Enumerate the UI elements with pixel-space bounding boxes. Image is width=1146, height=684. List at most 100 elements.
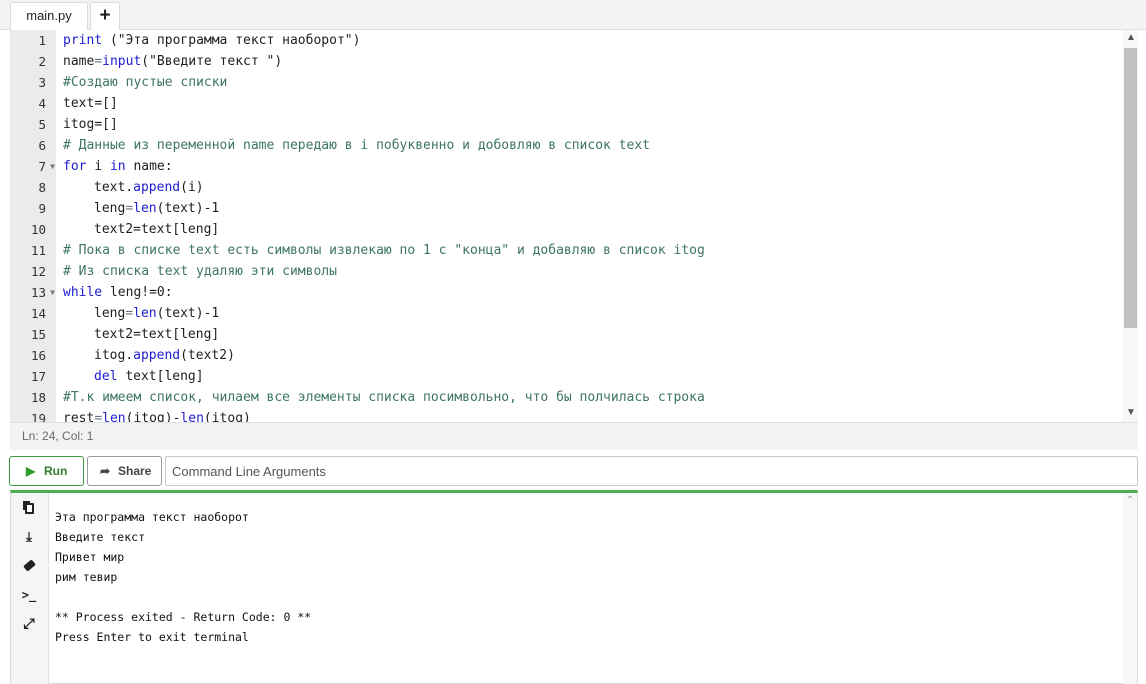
line-number-text: 11	[30, 243, 46, 258]
line-number-text: 7	[38, 159, 46, 174]
line-number: 5	[11, 114, 56, 135]
code-line[interactable]: itog.append(text2)	[63, 345, 235, 366]
line-number-text: 5	[38, 117, 46, 132]
terminal-line: ** Process exited - Return Code: 0 **	[55, 610, 312, 624]
code-line-text: for i in name:	[63, 159, 173, 174]
line-number-text: 18	[30, 390, 46, 405]
line-number-text: 17	[30, 369, 46, 384]
eraser-icon[interactable]	[19, 555, 39, 575]
code-line-text: # Из списка text удаляю эти символы	[63, 264, 337, 279]
code-line[interactable]: #Т.к имеем список, чилаем все элементы с…	[63, 387, 705, 408]
copy-icon[interactable]	[19, 499, 39, 519]
scroll-up-icon[interactable]: ▲	[1123, 31, 1138, 45]
code-editor[interactable]: 1 2 3 4 5 6 7 ▼ 8 9 10 11 12 13 ▼ 14 15 16 17 18 19 print ("…	[10, 30, 1138, 422]
expand-icon[interactable]: ⤢	[19, 613, 39, 633]
line-number-text: 19	[30, 411, 46, 422]
code-line[interactable]: leng=len(text)-1	[63, 198, 219, 219]
code-line-text: itog=[]	[63, 117, 118, 132]
terminal-line: рим тевир	[55, 570, 118, 584]
code-line[interactable]: rest=len(itog)-len(itog)	[63, 408, 251, 422]
line-number-text: 14	[30, 306, 46, 321]
line-number: 4	[11, 93, 56, 114]
terminal-scrollbar[interactable]: ⌃	[1123, 493, 1137, 684]
line-number-text: 16	[30, 348, 46, 363]
code-line[interactable]: for i in name:	[63, 156, 173, 177]
line-number-text: 9	[38, 201, 46, 216]
code-line-text: itog.append(text2)	[94, 348, 235, 363]
code-line-text: del text[leng]	[94, 369, 204, 384]
code-line[interactable]: itog=[]	[63, 114, 118, 135]
download-icon[interactable]: ⤓	[19, 527, 39, 547]
output-terminal[interactable]: ⤓ >_ ⤢ Эта программа текст наоборот Введи…	[10, 490, 1138, 684]
code-line-text: text=[]	[63, 96, 118, 111]
line-number-text: 13	[30, 285, 46, 300]
run-button[interactable]: ▶ Run	[9, 456, 84, 486]
code-line[interactable]: del text[leng]	[63, 366, 204, 387]
line-number: 12	[11, 261, 56, 282]
code-line-text: print ("Эта программа текст наоборот")	[63, 33, 361, 48]
code-line[interactable]: # Пока в списке text есть символы извлек…	[63, 240, 705, 261]
editor-scrollbar[interactable]: ▲ ▼	[1123, 30, 1138, 422]
terminal-line: Введите текст	[55, 530, 146, 544]
line-number: 14	[11, 303, 56, 324]
terminal-icon[interactable]: >_	[19, 585, 39, 605]
code-line[interactable]: print ("Эта программа текст наоборот")	[63, 30, 360, 51]
code-line[interactable]: text=[]	[63, 93, 118, 114]
line-number: 15	[11, 324, 56, 345]
code-line[interactable]: leng=len(text)-1	[63, 303, 219, 324]
line-number: 6	[11, 135, 56, 156]
line-number: 11	[11, 240, 56, 261]
code-line[interactable]: # Из списка text удаляю эти символы	[63, 261, 337, 282]
line-number: 10	[11, 219, 56, 240]
cursor-position: Ln: 24, Col: 1	[22, 429, 94, 443]
fold-arrow-icon[interactable]: ▼	[50, 156, 55, 177]
fold-arrow-icon[interactable]: ▼	[50, 282, 55, 303]
code-area[interactable]: print ("Эта программа текст наоборот") na…	[63, 30, 1123, 422]
share-button-label: Share	[118, 464, 152, 478]
share-button[interactable]: ➦ Share	[87, 456, 162, 486]
code-line-text: #Т.к имеем список, чилаем все элементы с…	[63, 390, 705, 405]
line-number: 7 ▼	[11, 156, 56, 177]
line-number-text: 2	[38, 54, 46, 69]
editor-scrollbar-thumb[interactable]	[1124, 48, 1137, 328]
scroll-down-icon[interactable]: ▼	[1123, 406, 1138, 420]
code-line-text: leng=len(text)-1	[94, 201, 220, 216]
tab-main-py[interactable]: main.py	[10, 2, 88, 30]
line-number: 17	[11, 366, 56, 387]
line-number: 1	[11, 30, 56, 51]
code-line[interactable]: text2=text[leng]	[63, 219, 219, 240]
editor-status-bar: Ln: 24, Col: 1	[10, 422, 1138, 450]
code-line-text: # Данные из переменной name передаю в i …	[63, 138, 650, 153]
code-line-text: text2=text[leng]	[94, 327, 220, 342]
play-icon: ▶	[26, 464, 36, 478]
line-number: 19	[11, 408, 56, 422]
code-line-text: text2=text[leng]	[94, 222, 220, 237]
code-line[interactable]: # Данные из переменной name передаю в i …	[63, 135, 650, 156]
terminal-output: Эта программа текст наоборот Введите текс…	[55, 507, 1115, 683]
code-line-text: # Пока в списке text есть символы извлек…	[63, 243, 705, 258]
share-icon: ➦	[100, 464, 111, 478]
code-line[interactable]: while leng!=0:	[63, 282, 173, 303]
line-number-text: 1	[38, 33, 46, 48]
code-line[interactable]: name=input("Введите текст ")	[63, 51, 282, 72]
code-line[interactable]: text2=text[leng]	[63, 324, 219, 345]
run-button-label: Run	[44, 464, 68, 478]
code-line-text: #Создаю пустые списки	[63, 75, 228, 90]
line-number-text: 8	[38, 180, 46, 195]
code-line-text: leng=len(text)-1	[94, 306, 220, 321]
code-line[interactable]: #Создаю пустые списки	[63, 72, 227, 93]
command-line-arguments-input[interactable]	[165, 456, 1138, 486]
terminal-line: Привет мир	[55, 550, 125, 564]
terminal-toolbar: ⤓ >_ ⤢	[11, 493, 49, 684]
add-tab-button[interactable]: +	[90, 2, 120, 30]
line-number-text: 12	[30, 264, 46, 279]
code-line[interactable]: text.append(i)	[63, 177, 204, 198]
code-line-text: while leng!=0:	[63, 285, 173, 300]
line-number: 8	[11, 177, 56, 198]
line-number: 18	[11, 387, 56, 408]
line-number: 9	[11, 198, 56, 219]
tab-bar: main.py +	[0, 0, 1146, 30]
terminal-scroll-up-icon[interactable]: ⌃	[1123, 495, 1137, 507]
line-number: 2	[11, 51, 56, 72]
